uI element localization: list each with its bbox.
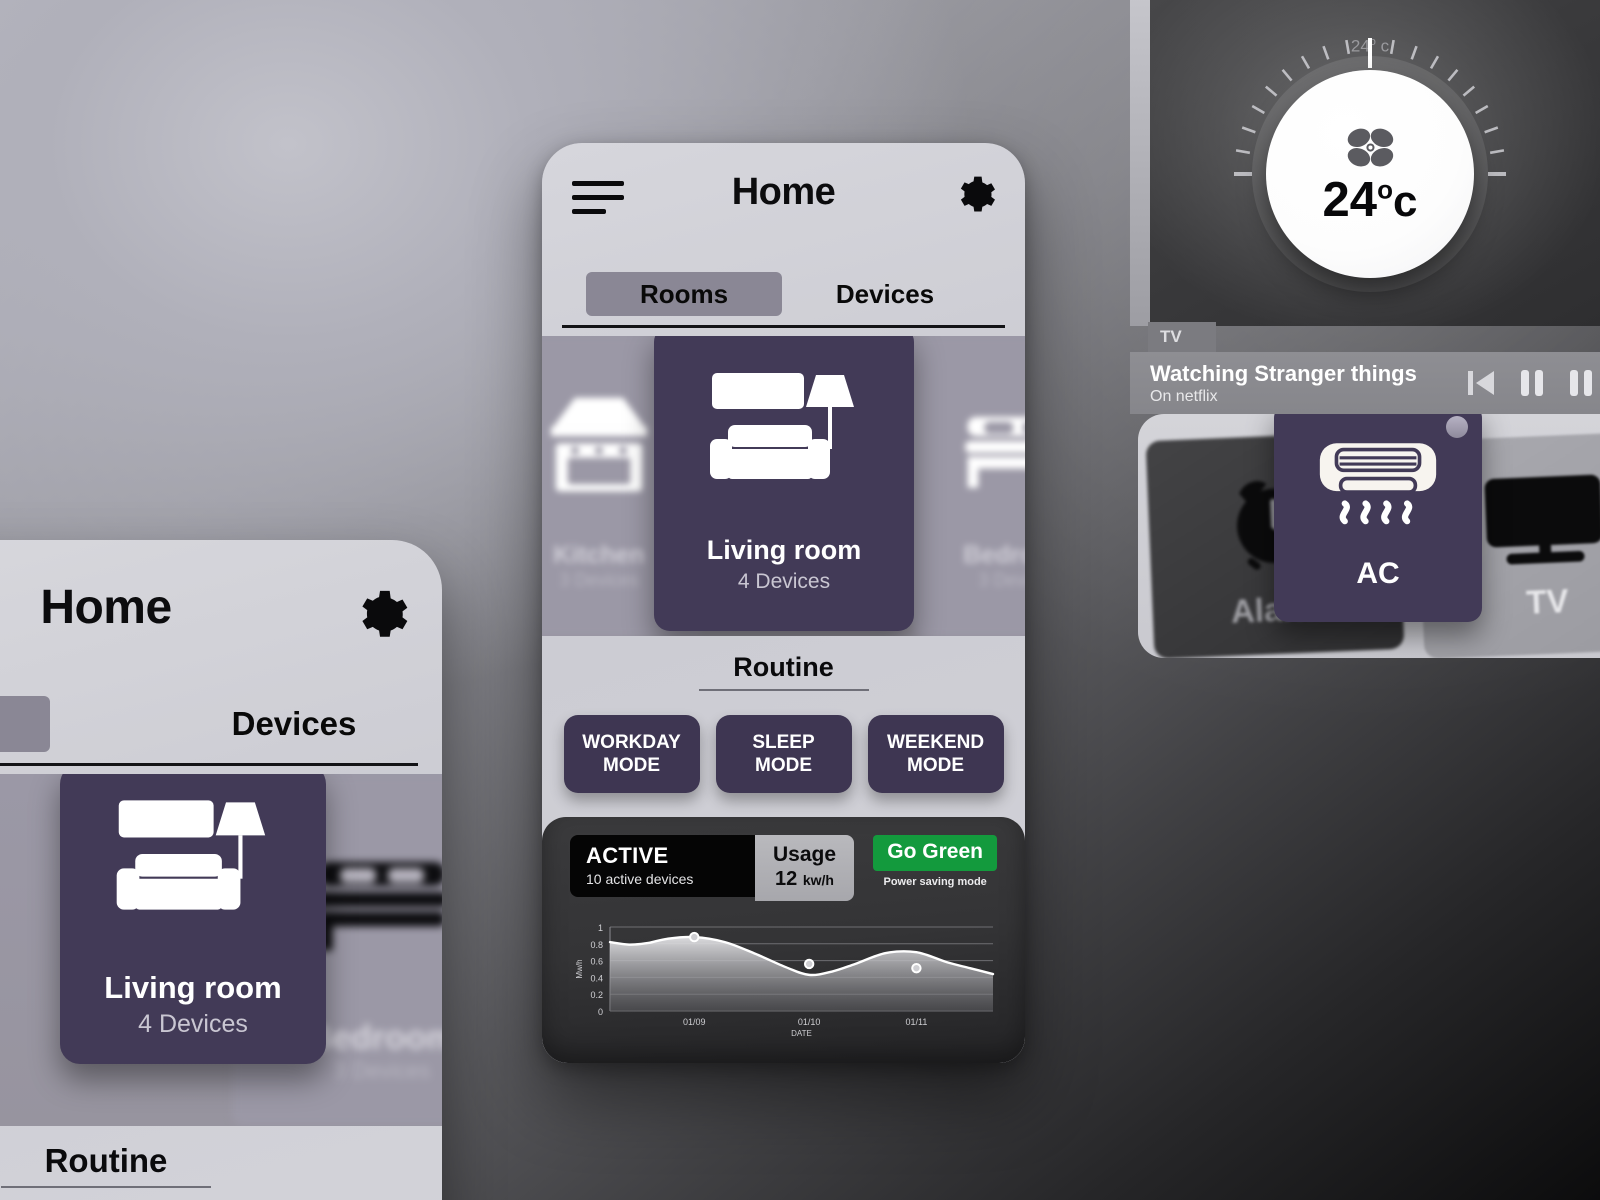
room-name: Bedroom bbox=[963, 541, 1025, 569]
tab-rooms[interactable]: Rooms bbox=[0, 696, 50, 752]
go-green-button[interactable]: Go Green bbox=[873, 835, 997, 871]
bed-icon bbox=[965, 417, 1025, 488]
now-playing-bar: Watching Stranger things On netflix bbox=[1130, 352, 1600, 414]
svg-text:01/09: 01/09 bbox=[683, 1017, 706, 1027]
svg-text:0.6: 0.6 bbox=[590, 957, 603, 967]
room-name: Bedroom bbox=[307, 1018, 442, 1057]
routine-section: Routine WORKDAYMODE SLEEPMODE WEEKENDMOD… bbox=[542, 636, 1025, 827]
active-label: ACTIVE bbox=[586, 843, 669, 868]
panel-edge-strip bbox=[1130, 0, 1150, 326]
left-phone-mockup: Home Rooms Devices Kitchen 3 Devices bbox=[0, 540, 442, 1200]
svg-text:0.2: 0.2 bbox=[590, 990, 603, 1000]
center-phone-mockup: Home Rooms Devices Kitchen 3 Devices Bed… bbox=[542, 143, 1025, 1063]
svg-text:Mw/h: Mw/h bbox=[575, 959, 584, 978]
routine-divider bbox=[1, 1186, 211, 1188]
room-device-count: 3 Devices bbox=[333, 1057, 431, 1083]
device-status-dot bbox=[1446, 416, 1468, 438]
usage-badges: ACTIVE 10 active devices Usage 12 kw/h G… bbox=[570, 835, 997, 901]
room-name: Living room bbox=[706, 535, 862, 565]
next-icon[interactable] bbox=[1568, 368, 1596, 398]
device-cards-row: Alarm TV bbox=[1138, 414, 1600, 658]
routine-buttons: WORKDAY MODE SLEEP MODE WEEKEND MODE bbox=[542, 715, 1025, 793]
app-header: Home bbox=[542, 143, 1025, 258]
svg-text:01/11: 01/11 bbox=[905, 1017, 927, 1027]
now-playing-source: On netflix bbox=[1150, 387, 1218, 405]
usage-label: Usage bbox=[773, 843, 837, 866]
fan-icon bbox=[1347, 128, 1394, 166]
svg-text:0.8: 0.8 bbox=[590, 940, 603, 950]
device-label: AC bbox=[1356, 557, 1400, 590]
routine-section: Routine WORKDAYMODE SLEEPMODE WEEKENDMOD… bbox=[0, 1126, 442, 1200]
device-label: TV bbox=[1525, 582, 1570, 621]
tab-underline bbox=[562, 325, 1005, 328]
app-header: Home bbox=[0, 540, 442, 690]
thermostat-panel: 24o c 24oc bbox=[1130, 0, 1600, 326]
media-panel: TV Watching Stranger things On netflix T… bbox=[1130, 318, 1600, 658]
tab-rooms[interactable]: Rooms bbox=[586, 272, 782, 316]
device-card-ac[interactable]: AC bbox=[1274, 414, 1482, 622]
previous-icon[interactable] bbox=[1468, 368, 1496, 398]
room-card-bedroom[interactable]: Bedroom 3 Devices bbox=[913, 336, 1025, 636]
routine-title: Routine bbox=[44, 1142, 168, 1179]
thermostat-temperature: 24oc bbox=[1322, 172, 1418, 227]
rooms-carousel: Kitchen 3 Devices Bedroom 3 Devices bbox=[542, 336, 1025, 636]
room-device-count: 4 Devices bbox=[737, 570, 831, 593]
tab-bar: Rooms Devices bbox=[0, 696, 418, 768]
usage-chart: 0 0.2 0.4 0.6 0.8 1 Mw/h 01/09 01/10 01/11 DATE bbox=[570, 919, 997, 1039]
tab-bar: Rooms Devices bbox=[562, 272, 1005, 330]
tab-devices[interactable]: Devices bbox=[795, 272, 975, 316]
bed-icon bbox=[316, 861, 442, 950]
gear-icon[interactable] bbox=[352, 586, 410, 644]
usage-badge[interactable]: Usage 12 kw/h bbox=[755, 835, 855, 901]
go-green-section: Go Green Power saving mode bbox=[873, 835, 997, 888]
go-green-sublabel: Power saving mode bbox=[883, 876, 987, 888]
room-device-count: 3 Devices bbox=[559, 570, 639, 590]
pause-icon[interactable] bbox=[1518, 368, 1546, 398]
svg-text:01/10: 01/10 bbox=[798, 1017, 821, 1027]
television-icon bbox=[1484, 474, 1600, 565]
tab-devices[interactable]: Devices bbox=[184, 696, 404, 752]
dial-face[interactable]: 24oc bbox=[1266, 70, 1474, 278]
media-source-chip: TV bbox=[1148, 322, 1216, 352]
room-name: Kitchen bbox=[553, 541, 645, 569]
room-name: Living room bbox=[104, 969, 282, 1005]
routine-title: Routine bbox=[733, 652, 834, 682]
usage-value: 12 kw/h bbox=[775, 868, 834, 890]
svg-text:0: 0 bbox=[598, 1007, 603, 1017]
routine-button-weekend[interactable]: WEEKEND MODE bbox=[867, 715, 1004, 793]
rooms-carousel: Kitchen 3 Devices Bedroom 3 Devices bbox=[0, 774, 442, 1126]
active-sublabel: 10 active devices bbox=[586, 871, 694, 887]
sofa-lamp-icon bbox=[116, 799, 266, 910]
usage-panel: ACTIVE 10 active devices Usage 12 kw/h G… bbox=[542, 817, 1025, 1063]
media-controls bbox=[1468, 368, 1600, 398]
room-device-count: 4 Devices bbox=[138, 1009, 248, 1038]
tab-underline bbox=[0, 763, 418, 766]
energy-area-chart: 0 0.2 0.4 0.6 0.8 1 Mw/h 01/09 01/10 01/11 DATE bbox=[575, 923, 995, 1038]
air-conditioner-icon bbox=[1319, 443, 1437, 525]
thermostat-dial[interactable]: 24o c 24oc bbox=[1220, 24, 1520, 324]
now-playing-title: Watching Stranger things bbox=[1150, 360, 1417, 386]
svg-text:DATE: DATE bbox=[791, 1029, 812, 1038]
gear-icon[interactable] bbox=[953, 173, 997, 217]
routine-divider bbox=[698, 689, 869, 691]
room-card-living-room[interactable]: Living room 4 Devices bbox=[654, 336, 914, 631]
room-device-count: 3 Devices bbox=[978, 570, 1025, 590]
active-badge: ACTIVE 10 active devices bbox=[570, 835, 755, 897]
sofa-lamp-icon bbox=[710, 373, 854, 479]
svg-text:0.4: 0.4 bbox=[590, 973, 603, 983]
svg-text:1: 1 bbox=[598, 923, 603, 933]
room-card-living-room[interactable]: Living room 4 Devices bbox=[60, 774, 326, 1064]
stove-icon bbox=[551, 397, 647, 492]
routine-button-sleep[interactable]: SLEEP MODE bbox=[715, 715, 852, 793]
routine-button-workday[interactable]: WORKDAY MODE bbox=[563, 715, 700, 793]
